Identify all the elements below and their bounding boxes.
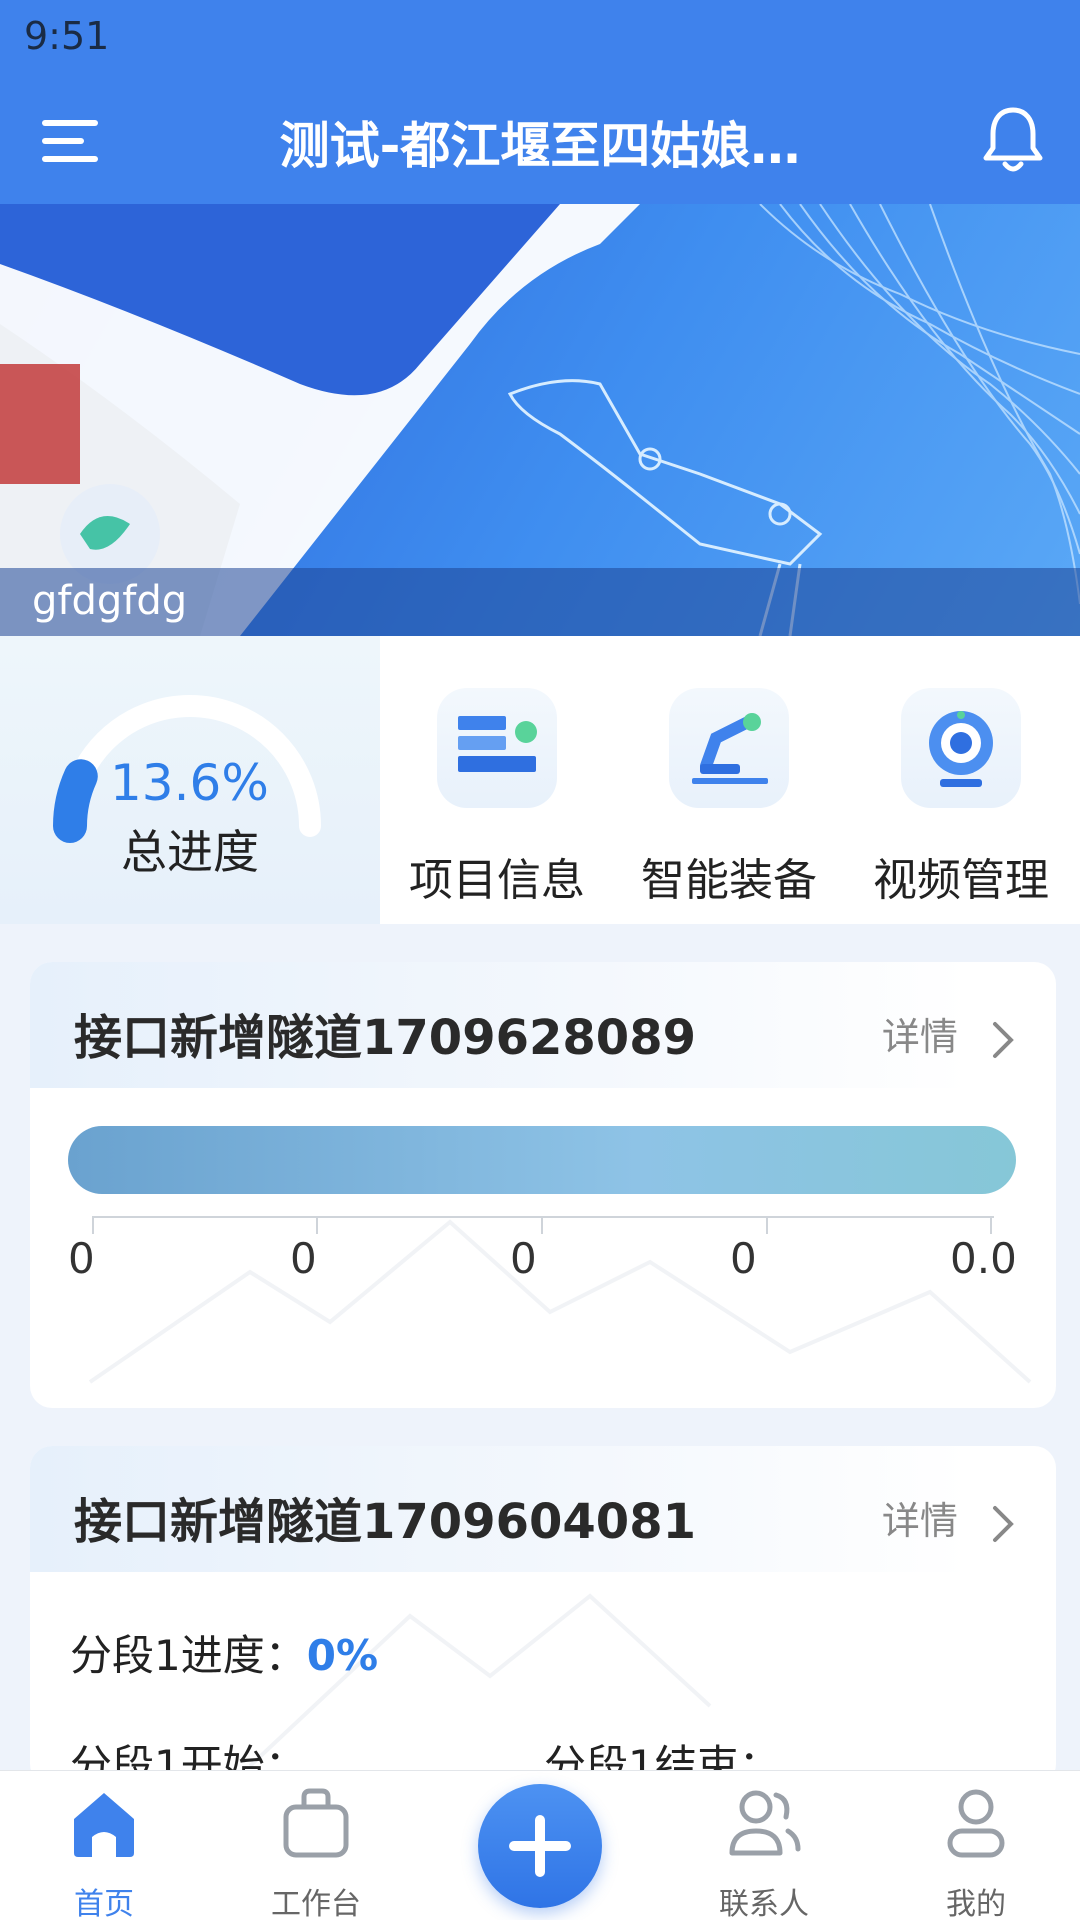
quick-section: 13.6% 总进度 项目信息 智能装备 视频管理	[0, 636, 1080, 924]
contacts-icon	[729, 1790, 801, 1856]
briefcase-icon	[283, 1788, 349, 1858]
video-management-icon	[901, 688, 1021, 808]
progress-value: 13.6%	[110, 754, 269, 812]
nav-label: 工作台	[271, 1887, 361, 1920]
detail-label: 详情	[881, 1499, 958, 1543]
home-icon	[74, 1793, 134, 1857]
axis-tick	[541, 1218, 543, 1234]
overall-progress-panel[interactable]: 13.6% 总进度	[0, 636, 380, 924]
axis-label: 0	[510, 1234, 537, 1283]
progress-axis	[92, 1216, 994, 1236]
card-title: 接口新增隧道1709604081	[74, 1494, 696, 1550]
quick-action-project-info[interactable]: 项目信息	[382, 676, 612, 906]
nav-item-contacts[interactable]: 联系人	[684, 1783, 844, 1920]
nav-item-workbench[interactable]: 工作台	[236, 1783, 396, 1920]
quick-action-video-management[interactable]: 视频管理	[846, 676, 1076, 906]
axis-label: 0	[290, 1234, 317, 1283]
detail-link[interactable]: 详情	[882, 1006, 1014, 1061]
axis-label: 0	[730, 1234, 757, 1283]
axis-label: 0.0	[950, 1234, 1017, 1283]
segment-progress-label: 分段1进度：	[70, 1631, 307, 1680]
tunnel-card: 接口新增隧道1709628089 详情 0 0 0 0 0.0	[30, 962, 1056, 1408]
axis-tick	[766, 1218, 768, 1234]
segment-progress-value: 0%	[306, 1631, 379, 1680]
nav-label: 联系人	[719, 1887, 809, 1920]
nav-item-home[interactable]: 首页	[24, 1783, 184, 1920]
quick-action-label: 智能装备	[641, 855, 817, 906]
page-title: 测试-都江堰至四姑娘…	[279, 117, 801, 175]
status-bar: 9:51	[0, 0, 1080, 76]
add-icon	[509, 1815, 571, 1877]
detail-link[interactable]: 详情	[882, 1490, 1014, 1545]
segment-progress-row: 分段1进度：0%	[70, 1622, 378, 1683]
profile-icon	[947, 1789, 1005, 1858]
progress-bar	[68, 1126, 1016, 1194]
banner-caption: gfdgfdg	[0, 568, 1080, 636]
bell-icon[interactable]	[978, 104, 1048, 176]
quick-action-label: 项目信息	[409, 855, 585, 906]
nav-label: 我的	[946, 1887, 1006, 1920]
chevron-right-icon	[993, 1021, 1014, 1058]
app-header: 测试-都江堰至四姑娘…	[0, 76, 1080, 204]
quick-action-label: 视频管理	[873, 855, 1049, 906]
quick-action-smart-equipment[interactable]: 智能装备	[614, 676, 844, 906]
add-button[interactable]	[478, 1784, 602, 1908]
detail-label: 详情	[881, 1015, 958, 1059]
banner-carousel[interactable]: gfdgfdg	[0, 204, 1080, 636]
axis-tick	[92, 1218, 94, 1234]
menu-icon[interactable]	[42, 116, 102, 166]
project-info-icon	[437, 688, 557, 808]
axis-tick	[316, 1218, 318, 1234]
axis-tick	[990, 1218, 992, 1234]
status-time: 9:51	[24, 14, 110, 58]
progress-label: 总进度	[121, 825, 259, 879]
nav-item-profile[interactable]: 我的	[896, 1783, 1056, 1920]
chevron-right-icon	[993, 1505, 1014, 1542]
card-title: 接口新增隧道1709628089	[74, 1010, 696, 1066]
nav-label: 首页	[74, 1887, 134, 1920]
axis-label: 0	[68, 1234, 95, 1283]
tunnel-card: 接口新增隧道1709604081 详情 分段1进度：0% 分段1开始： 分段1结…	[30, 1446, 1056, 1786]
smart-equipment-icon	[669, 688, 789, 808]
